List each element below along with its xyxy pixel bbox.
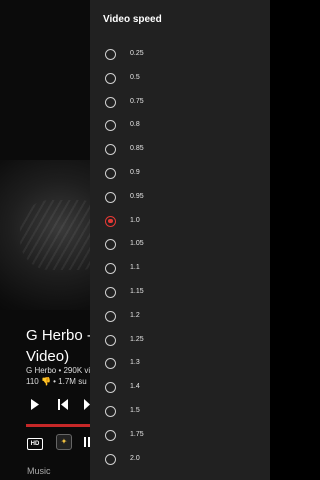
speed-option-label: 1.05 <box>130 240 144 248</box>
speed-option[interactable]: 1.75 <box>90 424 270 448</box>
panel-title: Video speed <box>103 14 162 25</box>
radio-button-icon[interactable] <box>105 310 116 322</box>
speed-option-label: 0.75 <box>130 97 144 105</box>
speed-option-label: 1.15 <box>130 288 144 295</box>
radio-button-icon[interactable] <box>105 358 116 370</box>
progress-bar[interactable] <box>26 424 90 427</box>
radio-button-icon[interactable] <box>105 215 116 227</box>
speed-option-label: 1.4 <box>130 383 140 391</box>
speed-option-label: 1.1 <box>130 264 140 272</box>
radio-button-icon[interactable] <box>105 287 116 298</box>
radio-button-icon[interactable] <box>105 334 116 346</box>
radio-button-icon[interactable] <box>105 263 116 275</box>
radio-button-icon[interactable] <box>105 191 116 203</box>
speed-option-label: 0.8 <box>130 121 140 129</box>
speed-option[interactable]: 0.8 <box>90 114 270 138</box>
speed-option[interactable]: 2.0 <box>90 448 270 472</box>
radio-button-icon[interactable] <box>105 72 116 84</box>
speed-option[interactable]: 1.4 <box>90 376 270 400</box>
radio-button-icon[interactable] <box>105 239 116 251</box>
radio-button-icon[interactable] <box>105 453 116 465</box>
speed-option[interactable]: 1.2 <box>90 305 270 329</box>
radio-button-icon[interactable] <box>105 429 116 441</box>
radio-button-icon[interactable] <box>105 168 116 179</box>
speed-option[interactable]: 1.15 <box>90 281 270 305</box>
radio-button-icon[interactable] <box>105 96 116 108</box>
video-meta-views: G Herbo • 290K vi <box>26 366 91 375</box>
previous-icon[interactable] <box>58 399 68 413</box>
speed-option[interactable]: 1.0 <box>90 210 270 234</box>
speed-option[interactable]: 1.3 <box>90 352 270 376</box>
speed-option-label: 1.2 <box>130 311 140 319</box>
radio-button-icon[interactable] <box>105 406 116 417</box>
radio-button-icon[interactable] <box>105 144 116 156</box>
section-label-music: Music <box>27 466 51 476</box>
speed-option-label: 0.25 <box>130 50 144 57</box>
speed-option[interactable]: 0.95 <box>90 186 270 210</box>
radio-button-icon[interactable] <box>105 382 116 394</box>
channel-avatar[interactable]: ✦ <box>56 434 72 450</box>
play-icon[interactable] <box>30 399 40 413</box>
speed-option-label: 1.75 <box>130 430 144 438</box>
speed-option-label: 1.0 <box>130 216 140 224</box>
speed-option[interactable]: 0.75 <box>90 91 270 115</box>
speed-option-label: 0.95 <box>130 192 144 200</box>
speed-option[interactable]: 1.5 <box>90 400 270 424</box>
speed-option-label: 0.85 <box>130 145 144 153</box>
speed-option-label: 1.3 <box>130 359 140 367</box>
video-speed-panel: Video speed 0.25 0.5 0.75 0.8 0.85 0.9 0.95 1.0… <box>90 0 270 480</box>
speed-option[interactable]: 1.1 <box>90 257 270 281</box>
speed-option[interactable]: 0.25 <box>90 43 270 67</box>
speed-option-label: 2.0 <box>130 454 140 462</box>
speed-option-label: 0.5 <box>130 73 140 81</box>
speed-option[interactable]: 1.05 <box>90 233 270 257</box>
hd-icon[interactable]: HD <box>27 438 43 450</box>
speed-option-label: 1.5 <box>130 407 140 414</box>
speed-option[interactable]: 0.9 <box>90 162 270 186</box>
speed-option[interactable]: 1.25 <box>90 329 270 353</box>
speed-option[interactable]: 0.5 <box>90 67 270 91</box>
speed-option[interactable]: 0.85 <box>90 138 270 162</box>
video-meta-likes: 110 👎 • 1.7M su <box>26 377 87 386</box>
radio-button-icon[interactable] <box>105 120 116 132</box>
radio-button-icon[interactable] <box>105 49 116 60</box>
speed-option-label: 1.25 <box>130 335 144 343</box>
speed-option-label: 0.9 <box>130 169 140 176</box>
